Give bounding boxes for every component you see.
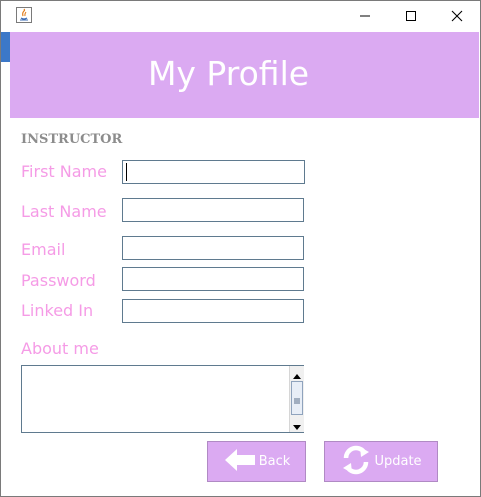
last-name-field[interactable] — [122, 198, 304, 222]
minimize-icon — [359, 7, 371, 26]
maximize-icon — [405, 7, 417, 26]
scroll-down-button[interactable] — [290, 418, 304, 432]
scroll-up-icon — [293, 364, 301, 383]
first-name-field[interactable] — [122, 160, 305, 184]
text-caret — [126, 163, 127, 181]
grip-icon — [294, 389, 300, 408]
header-banner: My Profile — [10, 32, 479, 118]
minimize-button[interactable] — [342, 1, 388, 31]
about-me-textarea[interactable] — [22, 366, 288, 432]
about-me-scrollbar[interactable] — [289, 366, 304, 432]
profile-window: My Profile INSTRUCTOR First Name Last Na… — [0, 0, 481, 497]
scroll-down-icon — [293, 416, 301, 435]
about-me-label: About me — [21, 339, 99, 358]
page-title: My Profile — [147, 54, 310, 93]
role-label: INSTRUCTOR — [21, 132, 123, 147]
scroll-thumb[interactable] — [291, 381, 303, 415]
scroll-up-button[interactable] — [290, 366, 304, 380]
password-field[interactable] — [122, 267, 304, 291]
close-button[interactable] — [434, 1, 480, 31]
email-field[interactable] — [122, 236, 304, 260]
arrow-left-icon — [223, 447, 257, 477]
maximize-button[interactable] — [388, 1, 434, 31]
java-app-icon — [16, 7, 32, 23]
back-button-label: Back — [258, 454, 291, 469]
title-bar[interactable] — [1, 1, 480, 31]
linked-in-label: Linked In — [21, 301, 94, 320]
background-window-edge — [1, 32, 10, 62]
last-name-label: Last Name — [21, 202, 107, 221]
linked-in-field[interactable] — [122, 299, 304, 323]
update-button-label: Update — [374, 454, 422, 469]
back-button[interactable]: Back — [207, 441, 306, 482]
password-label: Password — [21, 271, 96, 290]
about-me-area — [21, 365, 304, 433]
close-icon — [451, 7, 463, 26]
update-button[interactable]: Update — [324, 441, 438, 482]
first-name-label: First Name — [21, 162, 107, 181]
email-label: Email — [21, 240, 66, 259]
refresh-icon — [340, 444, 372, 480]
